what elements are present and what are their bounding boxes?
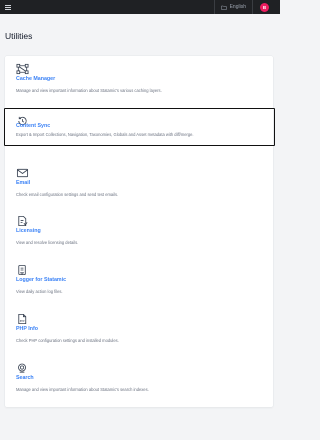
utility-search[interactable]: Search Manage and view important informa… bbox=[5, 355, 273, 393]
utility-logger[interactable]: Logger for Statamic View daily action lo… bbox=[5, 257, 273, 295]
utility-php-info[interactable]: PHP PHP Info Check PHP configuration set… bbox=[5, 306, 273, 344]
utility-description: Export & Import Collections, Navigation,… bbox=[16, 132, 194, 137]
user-menu[interactable]: B bbox=[253, 0, 275, 14]
utility-title[interactable]: Licensing bbox=[16, 228, 41, 234]
cache-icon bbox=[16, 62, 29, 75]
utility-title[interactable]: Cache Manager bbox=[16, 76, 55, 82]
utility-description: Check email configuration settings and s… bbox=[16, 192, 119, 197]
utility-email[interactable]: Email Check email configuration settings… bbox=[5, 160, 273, 198]
utilities-panel: Cache Manager Manage and view important … bbox=[4, 56, 275, 407]
utility-description: View and resolve licensing details. bbox=[16, 240, 79, 245]
avatar[interactable]: B bbox=[260, 2, 269, 12]
search-icon bbox=[16, 361, 29, 373]
email-icon bbox=[16, 166, 29, 178]
utility-description: Manage and view important information ab… bbox=[16, 387, 149, 392]
utility-content-sync[interactable]: Content Sync Export & Import Collections… bbox=[4, 108, 275, 146]
license-icon bbox=[16, 214, 29, 227]
utility-description: Check PHP configuration settings and ins… bbox=[16, 338, 119, 343]
folder-icon bbox=[220, 5, 227, 10]
utility-title[interactable]: Content Sync bbox=[16, 123, 50, 129]
utility-title[interactable]: Email bbox=[16, 180, 30, 186]
logger-icon bbox=[16, 263, 29, 276]
utility-title[interactable]: Search bbox=[16, 375, 34, 381]
utility-description: Manage and view important information ab… bbox=[16, 88, 162, 93]
utility-title[interactable]: Logger for Statamic bbox=[16, 277, 66, 283]
utility-title[interactable]: PHP Info bbox=[16, 326, 38, 332]
hamburger-menu-icon[interactable] bbox=[5, 4, 11, 10]
utility-cache-manager[interactable]: Cache Manager Manage and view important … bbox=[5, 56, 273, 94]
svg-text:PHP: PHP bbox=[20, 320, 25, 323]
locale-label: English bbox=[229, 4, 246, 10]
utility-licensing[interactable]: Licensing View and resolve licensing det… bbox=[5, 208, 273, 246]
php-file-icon: PHP bbox=[16, 312, 29, 325]
topbar-right: English B bbox=[213, 0, 275, 14]
top-bar: English B bbox=[0, 0, 280, 14]
utility-description: View daily action log files. bbox=[16, 289, 63, 294]
page-title: Utilities bbox=[5, 31, 33, 41]
locale-switcher[interactable]: English bbox=[215, 0, 252, 14]
